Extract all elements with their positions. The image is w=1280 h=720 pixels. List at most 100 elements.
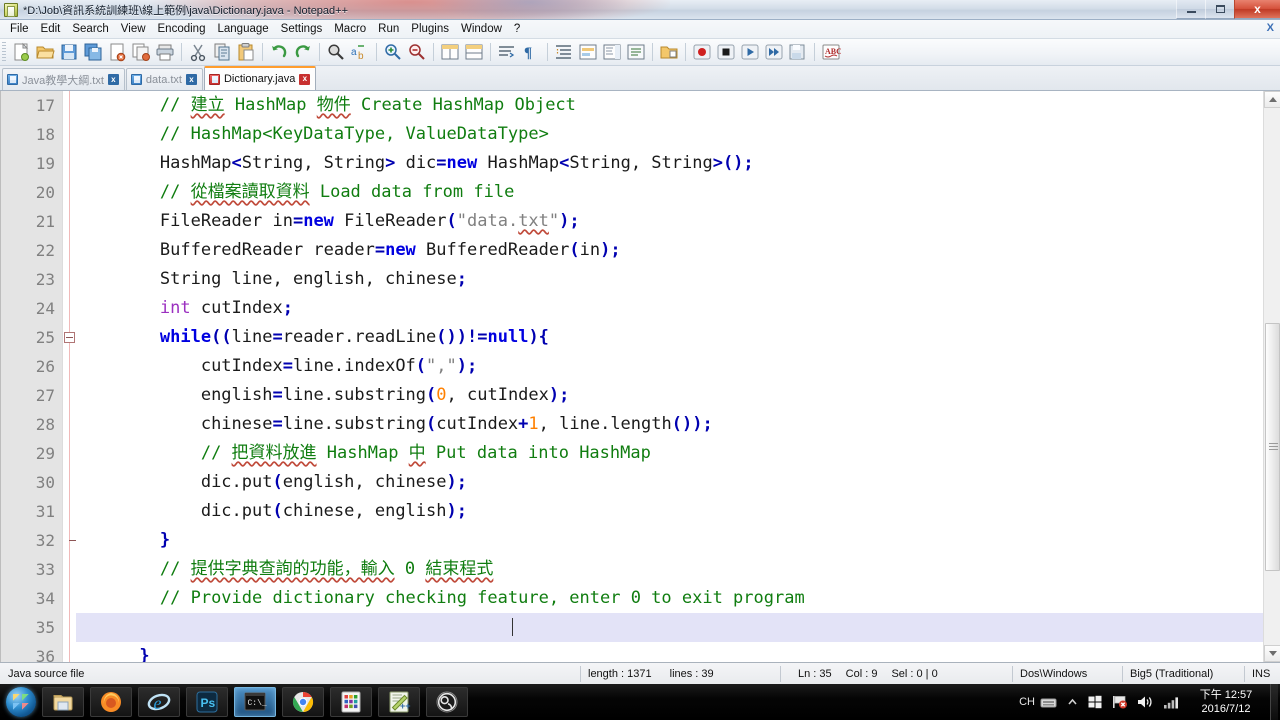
code-line-24[interactable]: int cutIndex; bbox=[76, 294, 1280, 323]
code-line-30[interactable]: dic.put(english, chinese); bbox=[76, 468, 1280, 497]
start-button[interactable] bbox=[6, 687, 36, 717]
document-tab-3[interactable]: Dictionary.java x bbox=[203, 66, 317, 90]
open-file-icon[interactable] bbox=[34, 41, 56, 63]
close-all-icon[interactable] bbox=[130, 41, 152, 63]
show-desktop-button[interactable] bbox=[1270, 684, 1278, 720]
document-tab-1[interactable]: Java教學大綱.txt x bbox=[2, 68, 125, 90]
menu-item-language[interactable]: Language bbox=[211, 21, 274, 38]
taskbar-app-grid-button[interactable] bbox=[330, 687, 372, 717]
taskbar-command-prompt-button[interactable]: C:\_ bbox=[234, 687, 276, 717]
taskbar-notepad-plus-plus-button[interactable]: ++ bbox=[378, 687, 420, 717]
windows-update-icon[interactable] bbox=[1088, 695, 1102, 709]
code-line-17[interactable]: // 建立 HashMap 物件 Create HashMap Object bbox=[76, 91, 1280, 120]
minimize-button[interactable] bbox=[1176, 0, 1205, 19]
zoom-out-icon[interactable] bbox=[406, 41, 428, 63]
print-icon[interactable] bbox=[154, 41, 176, 63]
maximize-button[interactable] bbox=[1205, 0, 1234, 19]
menu-item-encoding[interactable]: Encoding bbox=[152, 21, 212, 38]
folder-as-workspace-icon[interactable] bbox=[658, 41, 680, 63]
toolbar-grip[interactable] bbox=[2, 42, 6, 62]
action-center-icon[interactable] bbox=[1112, 695, 1127, 709]
scroll-up-button[interactable] bbox=[1264, 91, 1280, 108]
code-line-27[interactable]: english=line.substring(0, cutIndex); bbox=[76, 381, 1280, 410]
code-folding-column[interactable] bbox=[62, 91, 77, 662]
code-line-18[interactable]: // HashMap<KeyDataType, ValueDataType> bbox=[76, 120, 1280, 149]
show-all-chars-icon[interactable]: ¶ bbox=[520, 41, 542, 63]
document-tab-2[interactable]: data.txt x bbox=[125, 68, 203, 90]
menu-item-file[interactable]: File bbox=[4, 21, 35, 38]
code-line-29[interactable]: // 把資料放進 HashMap 中 Put data into HashMap bbox=[76, 439, 1280, 468]
code-line-33[interactable]: // 提供字典查詢的功能，輸入 0 結束程式 bbox=[76, 555, 1280, 584]
menu-item-run[interactable]: Run bbox=[372, 21, 405, 38]
new-file-icon[interactable] bbox=[10, 41, 32, 63]
word-wrap-icon[interactable] bbox=[496, 41, 518, 63]
zoom-in-icon[interactable] bbox=[382, 41, 404, 63]
close-file-icon[interactable] bbox=[106, 41, 128, 63]
code-line-19[interactable]: HashMap<String, String> dic=new HashMap<… bbox=[76, 149, 1280, 178]
menu-item-settings[interactable]: Settings bbox=[275, 21, 329, 38]
paste-icon[interactable] bbox=[235, 41, 257, 63]
taskbar-obs-studio-button[interactable] bbox=[426, 687, 468, 717]
scrollbar-thumb[interactable] bbox=[1265, 323, 1280, 571]
stop-record-icon[interactable] bbox=[715, 41, 737, 63]
keyboard-icon[interactable] bbox=[1040, 696, 1057, 709]
code-line-22[interactable]: BufferedReader reader=new BufferedReader… bbox=[76, 236, 1280, 265]
copy-icon[interactable] bbox=[211, 41, 233, 63]
show-hidden-icons-icon[interactable] bbox=[1067, 697, 1078, 708]
save-macro-icon[interactable] bbox=[787, 41, 809, 63]
code-line-23[interactable]: String line, english, chinese; bbox=[76, 265, 1280, 294]
scroll-down-button[interactable] bbox=[1264, 645, 1280, 662]
play-macro-icon[interactable] bbox=[739, 41, 761, 63]
taskbar-clock[interactable]: 下午 12:57 2016/7/12 bbox=[1192, 688, 1260, 716]
cut-icon[interactable] bbox=[187, 41, 209, 63]
find-icon[interactable] bbox=[325, 41, 347, 63]
code-line-20[interactable]: // 從檔案讀取資料 Load data from file bbox=[76, 178, 1280, 207]
volume-icon[interactable] bbox=[1137, 695, 1154, 709]
code-line-36[interactable]: } bbox=[76, 642, 1280, 662]
document-tab-close-button[interactable]: x bbox=[299, 73, 311, 85]
run-macro-multiple-icon[interactable] bbox=[763, 41, 785, 63]
menu-item-macro[interactable]: Macro bbox=[328, 21, 372, 38]
code-editor[interactable]: 17 18 19 20 21 22 23 24 25 26 27 28 29 30 31 32 33 34 35 36… bbox=[0, 91, 1280, 662]
redo-icon[interactable] bbox=[292, 41, 314, 63]
input-language-indicator[interactable]: CH bbox=[1019, 696, 1035, 708]
undo-icon[interactable] bbox=[268, 41, 290, 63]
replace-icon[interactable]: ab bbox=[349, 41, 371, 63]
function-list-icon[interactable] bbox=[625, 41, 647, 63]
document-map-icon[interactable] bbox=[601, 41, 623, 63]
sync-vertical-icon[interactable] bbox=[439, 41, 461, 63]
save-icon[interactable] bbox=[58, 41, 80, 63]
record-macro-icon[interactable] bbox=[691, 41, 713, 63]
editor-vertical-scrollbar[interactable] bbox=[1263, 91, 1280, 662]
menu-item-plugins[interactable]: Plugins bbox=[405, 21, 455, 38]
code-line-34[interactable]: // Provide dictionary checking feature, … bbox=[76, 584, 1280, 613]
menu-item-[interactable]: ? bbox=[508, 21, 526, 38]
taskbar-google-chrome-button[interactable] bbox=[282, 687, 324, 717]
code-line-31[interactable]: dic.put(chinese, english); bbox=[76, 497, 1280, 526]
taskbar-file-explorer-button[interactable] bbox=[42, 687, 84, 717]
menu-item-view[interactable]: View bbox=[115, 21, 152, 38]
taskbar-firefox-button[interactable] bbox=[90, 687, 132, 717]
code-line-26[interactable]: cutIndex=line.indexOf(","); bbox=[76, 352, 1280, 381]
document-tab-close-button[interactable]: x bbox=[185, 74, 197, 85]
spell-check-icon[interactable]: ABC bbox=[820, 41, 842, 63]
code-line-28[interactable]: chinese=line.substring(cutIndex+1, line.… bbox=[76, 410, 1280, 439]
indent-guide-icon[interactable] bbox=[553, 41, 575, 63]
close-button[interactable]: x bbox=[1234, 0, 1280, 19]
taskbar-internet-explorer-button[interactable]: e bbox=[138, 687, 180, 717]
code-line-21[interactable]: FileReader in=new FileReader("data.txt")… bbox=[76, 207, 1280, 236]
save-all-icon[interactable] bbox=[82, 41, 104, 63]
network-signal-icon[interactable] bbox=[1164, 696, 1181, 709]
code-line-35[interactable] bbox=[76, 613, 1280, 642]
fold-collapse-marker[interactable] bbox=[64, 332, 75, 343]
code-line-32[interactable]: } bbox=[76, 526, 1280, 555]
menu-item-search[interactable]: Search bbox=[66, 21, 114, 38]
taskbar-photoshop-button[interactable]: Ps bbox=[186, 687, 228, 717]
user-defined-dialog-icon[interactable] bbox=[577, 41, 599, 63]
menu-item-edit[interactable]: Edit bbox=[35, 21, 67, 38]
menu-item-window[interactable]: Window bbox=[455, 21, 508, 38]
close-document-button[interactable]: X bbox=[1267, 22, 1274, 34]
sync-horizontal-icon[interactable] bbox=[463, 41, 485, 63]
window-titlebar[interactable]: *D:\Job\資訊系統訓練班\線上範例\java\Dictionary.jav… bbox=[0, 0, 1280, 20]
code-line-25[interactable]: while((line=reader.readLine())!=null){ bbox=[76, 323, 1280, 352]
